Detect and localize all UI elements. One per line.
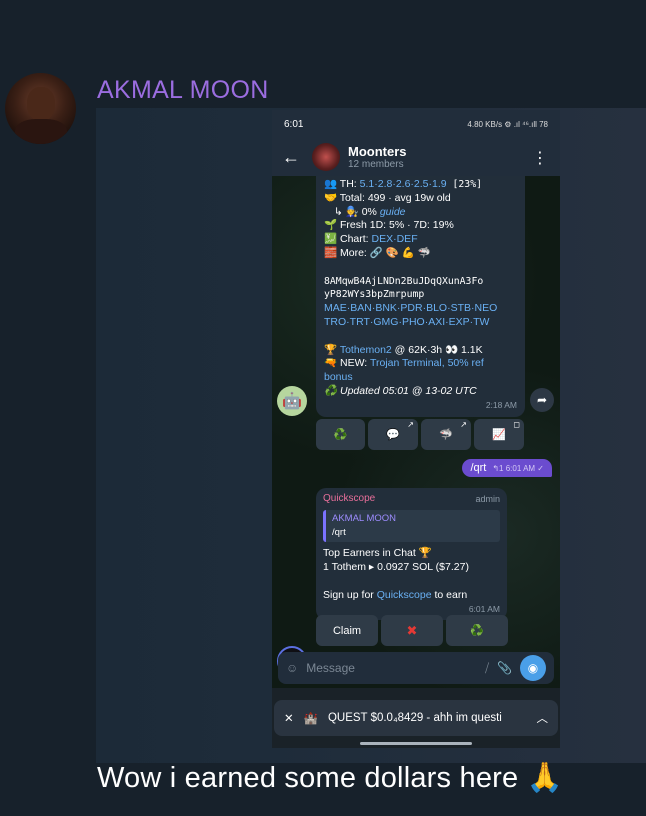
message-input[interactable]: Message bbox=[306, 661, 477, 675]
signup-label: Sign up for bbox=[323, 589, 377, 601]
th-label: 👥 TH: bbox=[324, 178, 360, 190]
quickscope-time: 6:01 AM bbox=[468, 604, 500, 614]
th-link[interactable]: 5.1·2.8·2.6·2.5·1.9 bbox=[360, 178, 447, 190]
refresh-button[interactable]: ♻️ bbox=[316, 419, 365, 450]
links-row-1[interactable]: MAE·BAN·BNK·PDR·BLO·STB·NEO bbox=[324, 302, 517, 316]
outgoing-message[interactable]: /qrt ↰1 6:01 AM ✓ bbox=[462, 459, 552, 477]
pinned-text[interactable]: QUEST $0.0₄8429 - ahh im questi bbox=[328, 712, 527, 724]
bot-avatar[interactable]: 🤖 bbox=[277, 386, 307, 416]
sender-avatar[interactable] bbox=[5, 73, 76, 144]
trophy-rest: @ 62K·3h 👀 1.1K bbox=[391, 343, 483, 356]
comment-icon: 💬 bbox=[386, 429, 400, 441]
chart-link[interactable]: DEX·DEF bbox=[372, 233, 418, 245]
signup-suffix: to earn bbox=[431, 589, 468, 601]
outgoing-meta: ↰1 6:01 AM ✓ bbox=[492, 464, 544, 473]
bot-keyboard: ♻️ 💬 ↗ 🦈 ↗ 📈 ◻ bbox=[316, 419, 524, 450]
quickscope-keyboard: Claim ✖ ♻️ bbox=[316, 615, 508, 646]
outgoing-text: /qrt bbox=[470, 462, 487, 474]
external-link-icon: ↗ bbox=[407, 420, 414, 429]
back-arrow-icon[interactable]: ← bbox=[282, 147, 312, 168]
comment-button[interactable]: 💬 ↗ bbox=[368, 419, 418, 450]
shark-button[interactable]: 🦈 ↗ bbox=[421, 419, 471, 450]
guide-label: ↳ 🧑‍🔧 0% bbox=[334, 205, 380, 218]
bot-message: 👥 TH: 5.1·2.8·2.6·2.5·1.9 [23%] 🤝 Total:… bbox=[316, 176, 525, 417]
reply-quote[interactable]: AKMAL MOON /qrt bbox=[323, 510, 500, 542]
more-line: 🧱 More: 🔗 🎨 💪 🦈 bbox=[324, 246, 431, 259]
chat-area[interactable]: 👥 TH: 5.1·2.8·2.6·2.5·1.9 [23%] 🤝 Total:… bbox=[272, 176, 560, 688]
group-title[interactable]: Moonters bbox=[348, 144, 407, 159]
forward-icon[interactable]: ➦ bbox=[530, 388, 554, 412]
home-indicator bbox=[360, 742, 472, 745]
earners-title: Top Earners in Chat 🏆 bbox=[323, 547, 432, 559]
pinned-bar[interactable]: ✕ 🏰 QUEST $0.0₄8429 - ahh im questi ︿ bbox=[274, 700, 558, 736]
chart-icon: 📈 bbox=[492, 429, 506, 441]
message-caption: Wow i earned some dollars here 🙏 bbox=[97, 762, 563, 794]
total-line: 🤝 Total: 499 · avg 19w old bbox=[324, 191, 451, 204]
chevron-up-icon[interactable]: ︿ bbox=[537, 710, 549, 726]
quest-icon: 🏰 bbox=[303, 713, 318, 725]
popup-icon: ◻ bbox=[513, 420, 520, 429]
new-label: 🔫 NEW: bbox=[324, 357, 370, 370]
new-link[interactable]: Trojan Terminal, 50% ref bbox=[370, 357, 484, 369]
th-pct: [23%] bbox=[446, 179, 483, 190]
emoji-icon[interactable]: ☺ bbox=[286, 661, 298, 675]
camera-icon[interactable]: ◉ bbox=[520, 655, 546, 681]
attach-icon[interactable]: 📎 bbox=[497, 661, 512, 675]
refresh-button[interactable]: ♻️ bbox=[446, 615, 508, 646]
quote-text: /qrt bbox=[332, 527, 346, 538]
quickscope-name[interactable]: Quickscope bbox=[323, 492, 375, 506]
links-row-2[interactable]: TRO·TRT·GMG·PHO·AXI·EXP·TW bbox=[324, 316, 517, 330]
quickscope-message: Quickscope admin AKMAL MOON /qrt Top Earn… bbox=[316, 488, 507, 620]
close-button[interactable]: ✖ bbox=[381, 615, 443, 646]
more-menu-icon[interactable]: ⋮ bbox=[532, 148, 548, 168]
external-link-icon: ↗ bbox=[460, 420, 467, 429]
earners-row: 1 Tothem ▸ 0.0927 SOL ($7.27) bbox=[323, 561, 469, 573]
updated-line: ♻️ Updated 05:01 @ 13-02 UTC bbox=[324, 384, 477, 397]
guide-link[interactable]: guide bbox=[380, 206, 406, 218]
status-icons: 4.80 KB/s ⚙ .ıl ⁴⁶.ıll 78 bbox=[467, 119, 548, 129]
fresh-line: 🌱 Fresh 1D: 5% · 7D: 19% bbox=[324, 219, 454, 232]
command-icon[interactable]: ⧸ bbox=[485, 661, 489, 676]
group-avatar[interactable] bbox=[312, 143, 340, 171]
message-time: 2:18 AM bbox=[485, 399, 517, 410]
new-link-2[interactable]: bonus bbox=[324, 371, 517, 385]
contract-address-2[interactable]: yP82WYs3bpZmrpump bbox=[324, 288, 517, 302]
group-members: 12 members bbox=[348, 159, 404, 170]
status-time: 6:01 bbox=[284, 118, 304, 130]
close-icon[interactable]: ✕ bbox=[284, 711, 294, 725]
quote-name: AKMAL MOON bbox=[332, 513, 397, 524]
admin-badge: admin bbox=[475, 494, 500, 504]
sender-name[interactable]: AKMAL MOON bbox=[97, 76, 269, 105]
trophy-label: 🏆 bbox=[324, 343, 340, 356]
contract-address-1[interactable]: 8AMqwB4AjLNDn2BuJDqQXunA3Fo bbox=[324, 275, 517, 289]
status-bar: 6:01 4.80 KB/s ⚙ .ıl ⁴⁶.ıll 78 bbox=[272, 110, 560, 138]
claim-button[interactable]: Claim bbox=[316, 615, 378, 646]
chat-header: ← Moonters 12 members ⋮ bbox=[272, 138, 560, 176]
message-input-bar: ☺ Message ⧸ 📎 ◉ bbox=[278, 652, 554, 684]
shark-icon: 🦈 bbox=[439, 429, 453, 441]
screenshot-image[interactable]: 6:01 4.80 KB/s ⚙ .ıl ⁴⁶.ıll 78 ← Moonter… bbox=[272, 110, 560, 748]
chart-button[interactable]: 📈 ◻ bbox=[474, 419, 524, 450]
quickscope-link[interactable]: Quickscope bbox=[377, 589, 432, 601]
chart-label: 💹 Chart: bbox=[324, 233, 372, 246]
trophy-link[interactable]: Tothemon2 bbox=[340, 344, 392, 356]
